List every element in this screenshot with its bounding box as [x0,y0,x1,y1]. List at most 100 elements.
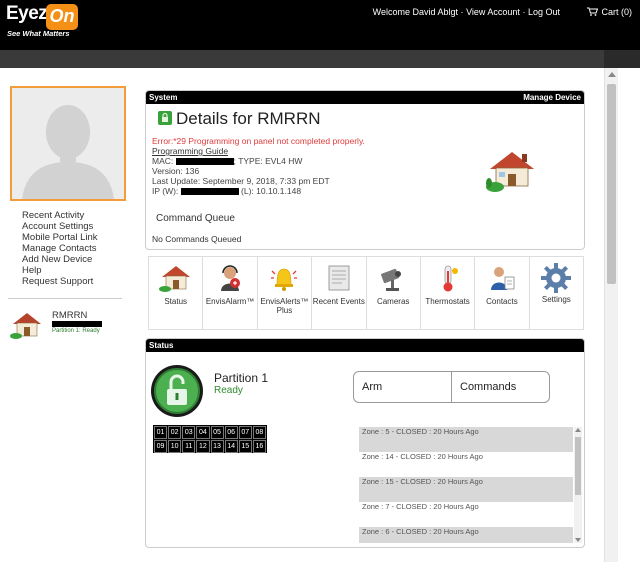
gear-icon [541,263,572,293]
list-item: Zone : 6 - CLOSED : 20 Hours Ago [359,527,573,543]
sidebar-link-help[interactable]: Help [22,265,98,276]
feature-tiles: Status EnvisAlarm™ EnvisAlerts™ Plus Rec… [148,256,584,330]
alert-bell-icon [271,268,298,291]
sidebar-nav: Recent Activity Account Settings Mobile … [22,210,98,287]
contacts-icon [490,267,515,290]
tile-label: Settings [541,295,571,304]
tile-status[interactable]: Status [149,257,204,329]
zone-cell[interactable]: 11 [182,440,196,453]
scroll-thumb[interactable] [575,437,581,495]
arm-button[interactable]: Arm [354,372,452,402]
zone-cell[interactable]: 05 [210,426,224,439]
avatar [10,86,126,201]
system-panel-header: System Manage Device [146,91,584,104]
page-title: Details for RMRRN [158,109,321,129]
logo-accent: On [46,4,78,30]
command-queue-empty: No Commands Queued [152,234,242,244]
zone-cell[interactable]: 06 [224,426,238,439]
zone-cell[interactable]: 03 [182,426,196,439]
view-account-link[interactable]: View Account [466,7,520,17]
scroll-thumb[interactable] [607,84,616,284]
zone-cell[interactable]: 07 [238,426,252,439]
welcome-text: Welcome David Ablgt [372,7,459,17]
zone-list-scrollbar[interactable] [574,427,582,543]
device-info: Error:*29 Programming on panel not compl… [152,136,365,196]
sidebar-link-manage-contacts[interactable]: Manage Contacts [22,243,98,254]
zone-cell[interactable]: 13 [210,440,224,453]
tile-contacts[interactable]: Contacts [475,257,530,329]
tile-settings[interactable]: Settings [530,257,583,329]
tile-envisalarm[interactable]: EnvisAlarm™ [203,257,258,329]
ip-label: IP (W): [152,186,179,196]
tile-cameras[interactable]: Cameras [367,257,421,329]
zone-cell[interactable]: 14 [224,440,238,453]
alarm-operator-icon [221,265,241,291]
tile-thermostats[interactable]: Thermostats [421,257,476,329]
zone-event-list: Zone : 5 - CLOSED : 20 Hours Ago Zone : … [359,427,573,543]
zone-cell[interactable]: 16 [252,440,266,453]
zone-cell[interactable]: 04 [196,426,210,439]
top-bar: Eyez On See What Matters Welcome David A… [0,0,640,50]
zone-cell[interactable]: 09 [154,440,168,453]
status-panel-header: Status [146,339,584,352]
mac-line: MAC: ; TYPE: EVL4 HW [152,156,365,166]
status-ok-icon [158,111,172,125]
zone-cell[interactable]: 10 [168,440,182,453]
partition-name: Partition 1 [214,371,269,385]
house-icon [158,266,190,292]
sub-bar-corner [604,50,640,68]
cart-label: Cart (0) [601,7,632,17]
ip-local: (L): 10.10.1.148 [241,186,302,196]
programming-guide-link[interactable]: Programming Guide [152,146,365,156]
nav-separator: · [460,7,464,17]
tile-label: Status [164,297,188,306]
sidebar-device-name: RMRRN [52,310,88,321]
sidebar-link-add-device[interactable]: Add New Device [22,254,98,265]
camera-icon [381,268,402,291]
status-panel: Status Partition 1 Ready Arm Commands 01… [145,338,585,548]
device-type: ; TYPE: EVL4 HW [233,156,303,166]
thermostat-icon [443,265,458,292]
tile-label: EnvisAlerts™ Plus [260,297,309,315]
zone-cell[interactable]: 12 [196,440,210,453]
commands-button[interactable]: Commands [452,372,549,402]
sidebar-device-item[interactable]: RMRRN Partition 1: Ready [10,308,124,340]
cart-link[interactable]: Cart (0) [587,7,632,17]
sidebar-link-request-support[interactable]: Request Support [22,276,98,287]
logo-text: Eyez [6,3,48,24]
unlocked-lock-icon [151,365,203,417]
tile-label: Recent Events [312,297,365,306]
error-message: Error:*29 Programming on panel not compl… [152,136,365,146]
redacted-block [180,188,239,195]
person-silhouette-icon [12,88,124,199]
tile-label: Cameras [376,297,410,306]
eyezon-logo[interactable]: Eyez On See What Matters [4,3,82,43]
page-scrollbar[interactable] [604,68,618,562]
manage-device-link[interactable]: Manage Device [523,91,581,104]
tile-label: Contacts [486,297,518,306]
list-item: Zone : 5 - CLOSED : 20 Hours Ago [359,427,573,452]
sidebar-link-recent-activity[interactable]: Recent Activity [22,210,98,221]
zone-cell[interactable]: 08 [252,426,266,439]
scroll-down-arrow[interactable] [575,538,581,542]
logout-link[interactable]: Log Out [528,7,560,17]
zone-cell[interactable]: 02 [168,426,182,439]
command-queue-title: Command Queue [156,213,235,224]
list-item: Zone : 15 - CLOSED : 20 Hours Ago [359,477,573,502]
sidebar-divider [8,298,122,299]
tile-recent-events[interactable]: Recent Events [312,257,367,329]
events-list-icon [328,265,350,291]
sidebar-link-mobile-portal[interactable]: Mobile Portal Link [22,232,98,243]
tile-envisalerts-plus[interactable]: EnvisAlerts™ Plus [258,257,313,329]
partition-state: Ready [214,385,243,396]
sidebar-device-partition: Partition 1: Ready [52,328,100,334]
scroll-up-arrow[interactable] [608,72,616,77]
scroll-up-arrow[interactable] [575,428,581,432]
redacted-block [175,158,234,165]
zone-cell[interactable]: 15 [238,440,252,453]
zone-cell[interactable]: 01 [154,426,168,439]
sidebar-link-account-settings[interactable]: Account Settings [22,221,98,232]
tile-label: Thermostats [425,297,470,306]
nav-separator: · [522,7,526,17]
redacted-block [52,321,102,327]
